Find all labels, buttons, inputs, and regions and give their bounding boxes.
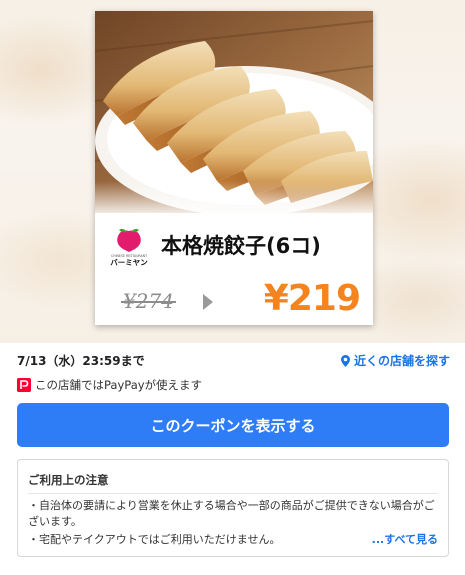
find-nearby-stores-link[interactable]: 近くの店舗を探す xyxy=(340,352,450,369)
gyoza-photo xyxy=(95,11,373,213)
logo-text: バーミヤン xyxy=(110,258,148,267)
discount-price: ¥219 xyxy=(263,278,361,319)
location-pin-icon xyxy=(340,354,350,367)
arrow-right-icon xyxy=(203,294,213,310)
paypay-icon xyxy=(17,378,31,392)
expiry-date: 7/13（水）23:59まで xyxy=(17,354,145,368)
price-row: ¥274 ¥219 xyxy=(95,278,373,325)
product-row: CHINESE RESTAURANT バーミヤン 本格焼餃子(6コ) xyxy=(95,217,373,279)
paypay-text: この店舗ではPayPayが使えます xyxy=(35,378,203,392)
usage-notes-title: ご利用上の注意 xyxy=(28,473,109,487)
note-line: ・自治体の要請により営業を休止する場合や一部の商品がご提供できない場合がございま… xyxy=(28,499,435,528)
see-all-link[interactable]: ...すべて見る xyxy=(367,532,438,548)
find-nearby-stores-label: 近くの店舗を探す xyxy=(353,354,450,368)
show-coupon-button[interactable]: このクーポンを表示する xyxy=(17,403,449,447)
paypay-notice: この店舗ではPayPayが使えます xyxy=(17,377,202,393)
coupon-card[interactable]: CHINESE RESTAURANT バーミヤン 本格焼餃子(6コ) ¥274 … xyxy=(95,11,373,325)
product-name: 本格焼餃子(6コ) xyxy=(161,234,321,258)
peach-logo-icon: CHINESE RESTAURANT バーミヤン xyxy=(107,227,151,267)
usage-notes: ご利用上の注意 ・自治体の要請により営業を休止する場合や一部の商品がご提供できな… xyxy=(17,459,449,557)
divider xyxy=(28,493,438,494)
old-price: ¥274 xyxy=(121,289,176,313)
